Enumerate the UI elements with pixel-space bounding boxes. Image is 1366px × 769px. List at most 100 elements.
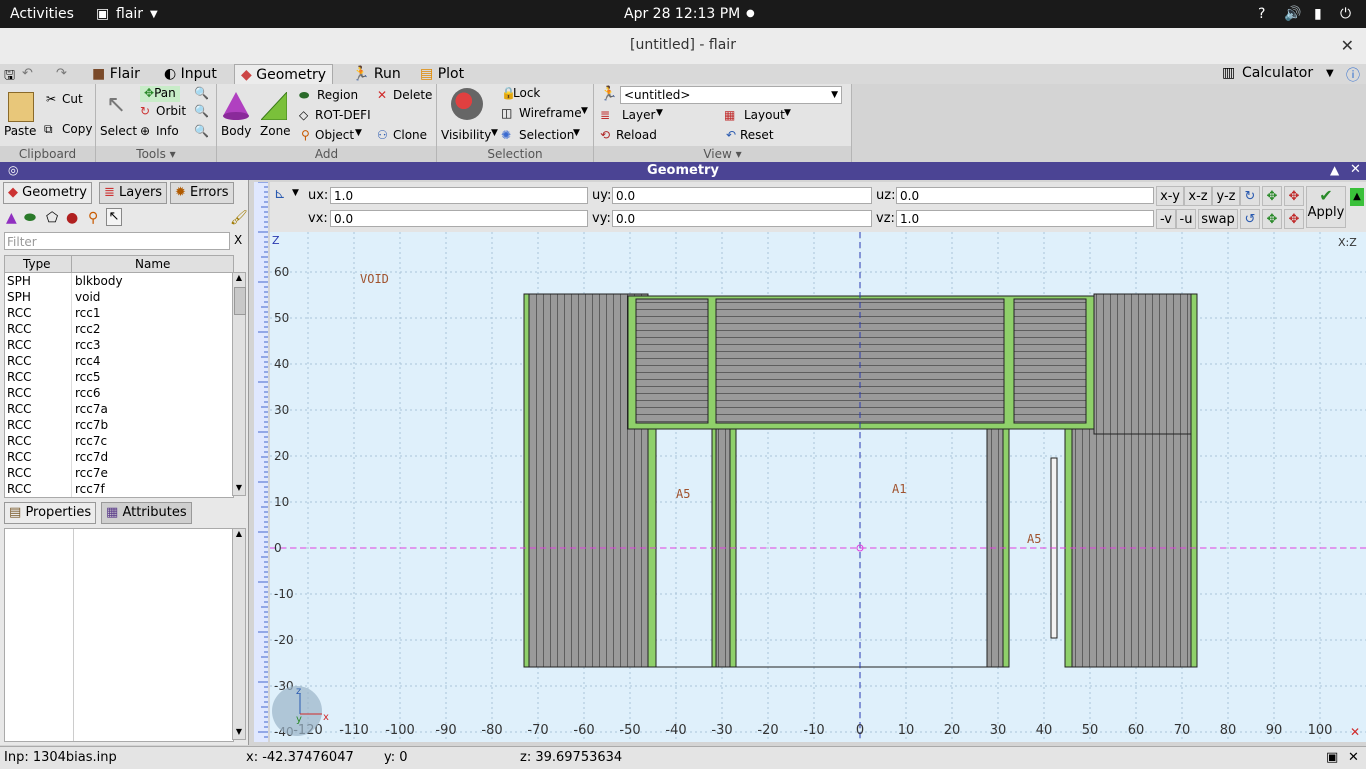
zoom-out-icon[interactable]: 🔍	[194, 104, 209, 118]
list-item[interactable]: RCC rcc7b	[5, 417, 233, 433]
apply-button[interactable]: ✔ Apply	[1306, 186, 1346, 228]
clock[interactable]: Apr 28 12:13 PM	[624, 6, 740, 22]
orbit-button[interactable]: Orbit	[156, 104, 186, 118]
rotate-ccw-icon[interactable]: ↺	[1240, 209, 1260, 229]
close-icon[interactable]: ✕	[1341, 36, 1354, 55]
uz-field[interactable]: 0.0	[896, 187, 1154, 204]
tab-run[interactable]: 🏃 Run	[346, 64, 407, 84]
expand-icon[interactable]: ▲	[1350, 188, 1364, 206]
column-type[interactable]: Type	[23, 257, 51, 271]
list-item[interactable]: SPH void	[5, 289, 233, 305]
geometry-plot[interactable]: VOIDA5A1A5 -120-110-100-90-80-70-60-50-4…	[270, 232, 1366, 742]
layer-button[interactable]: Layer	[622, 108, 655, 122]
volume-icon[interactable]: 🔊	[1284, 6, 1301, 22]
activities-button[interactable]: Activities	[10, 6, 74, 22]
rotdefi-button[interactable]: ROT-DEFI	[315, 108, 371, 122]
scroll-down-icon[interactable]: ▼	[233, 727, 245, 739]
object-filter-icon[interactable]: ⚲	[88, 210, 98, 226]
zone-button[interactable]: Zone	[260, 124, 291, 138]
region-filter-icon[interactable]: ⬬	[24, 210, 36, 226]
reset-button[interactable]: Reset	[740, 128, 774, 142]
screenshot-icon[interactable]: ▣	[1326, 750, 1338, 765]
view-combo[interactable]: <untitled> ▼	[620, 86, 842, 104]
move-vertical-icon[interactable]: ✥	[1284, 186, 1304, 206]
group-label[interactable]: Tools ▾	[96, 146, 216, 162]
list-item[interactable]: RCC rcc1	[5, 305, 233, 321]
scroll-thumb[interactable]	[234, 287, 246, 315]
cursor-filter-icon[interactable]: ↖	[106, 208, 122, 226]
negate-u-button[interactable]: -u	[1176, 209, 1196, 229]
chevron-down-icon[interactable]: ▼	[292, 188, 299, 198]
delete-button[interactable]: Delete	[393, 88, 432, 102]
lock-button[interactable]: Lock	[513, 86, 540, 100]
list-item[interactable]: RCC rcc4	[5, 353, 233, 369]
top-stripe-block-3[interactable]	[1013, 298, 1087, 424]
list-item[interactable]: RCC rcc7f	[5, 481, 233, 497]
properties-scrollbar[interactable]: ▲ ▼	[232, 528, 246, 740]
vz-field[interactable]: 1.0	[896, 210, 1154, 227]
y-z-button[interactable]: y-z	[1212, 186, 1240, 206]
list-item[interactable]: RCC rcc3	[5, 337, 233, 353]
chevron-down-icon[interactable]: ▼	[1326, 68, 1334, 79]
top-stripe-block-1[interactable]	[635, 298, 709, 424]
move-horizontal-icon[interactable]: ✥	[1262, 186, 1282, 206]
tab-errors[interactable]: ✹ Errors	[170, 182, 234, 204]
region-button[interactable]: Region	[317, 88, 358, 102]
negate-v-button[interactable]: -v	[1156, 209, 1176, 229]
shift-vertical-icon[interactable]: ✥	[1284, 209, 1304, 229]
redo-icon[interactable]: ↷	[56, 66, 67, 81]
info-icon[interactable]: ⓘ	[1346, 65, 1360, 85]
object-button[interactable]: Object	[315, 128, 354, 142]
swap-button[interactable]: swap	[1198, 209, 1238, 229]
list-item[interactable]: RCC rcc5	[5, 369, 233, 385]
scroll-up-icon[interactable]: ▲	[233, 529, 245, 541]
tab-layers[interactable]: ≣ Layers	[99, 182, 168, 204]
list-item[interactable]: RCC rcc7c	[5, 433, 233, 449]
list-item[interactable]: RCC rcc7e	[5, 465, 233, 481]
zoom-in-icon[interactable]: 🔍	[194, 86, 209, 100]
x-axis-close-icon[interactable]: ✕	[1350, 725, 1360, 739]
tab-attributes[interactable]: ▦ Attributes	[101, 502, 192, 524]
selection-button[interactable]: Selection	[519, 128, 574, 142]
x-z-button[interactable]: x-z	[1184, 186, 1212, 206]
tab-geometry-list[interactable]: ◆ Geometry	[3, 182, 92, 204]
region-label-a5-left[interactable]: A5	[676, 487, 690, 501]
app-menu[interactable]: flair	[116, 6, 143, 22]
tools-icon[interactable]: ✕	[1348, 750, 1359, 765]
scroll-down-icon[interactable]: ▼	[233, 483, 245, 495]
info-button[interactable]: Info	[156, 124, 179, 138]
calculator-button[interactable]: Calculator	[1242, 65, 1313, 81]
vy-field[interactable]: 0.0	[612, 210, 872, 227]
wireframe-button[interactable]: Wireframe	[519, 106, 582, 120]
cut-button[interactable]: Cut	[62, 92, 83, 106]
paste-button[interactable]: Paste	[4, 124, 36, 138]
right-upper-striped-block[interactable]	[1093, 293, 1197, 435]
tab-plot[interactable]: ▤ Plot	[414, 64, 470, 84]
copy-button[interactable]: Copy	[62, 122, 92, 136]
undo-icon[interactable]: ↶	[22, 66, 33, 81]
visibility-button[interactable]: Visibility	[441, 128, 491, 142]
uy-field[interactable]: 0.0	[612, 187, 872, 204]
ux-field[interactable]: 1.0	[330, 187, 588, 204]
zoom-fit-icon[interactable]: 🔍	[194, 124, 209, 138]
material-filter-icon[interactable]: ●	[66, 210, 78, 226]
brush-icon[interactable]: 🖌	[230, 210, 248, 226]
clear-filter-button[interactable]: X	[234, 233, 242, 247]
layout-button[interactable]: Layout	[744, 108, 785, 122]
scroll-up-icon[interactable]: ▲	[233, 273, 245, 285]
geometry-viewport[interactable]: VOIDA5A1A5 -120-110-100-90-80-70-60-50-4…	[270, 232, 1366, 742]
rotate-cw-icon[interactable]: ↻	[1240, 186, 1260, 206]
list-scrollbar[interactable]: ▲ ▼	[232, 272, 246, 496]
help-icon[interactable]: ?	[1258, 6, 1265, 22]
tab-geometry[interactable]: ◆ Geometry	[234, 64, 334, 85]
region-label-a1[interactable]: A1	[892, 482, 906, 496]
clone-button[interactable]: Clone	[393, 128, 427, 142]
list-item[interactable]: RCC rcc7a	[5, 401, 233, 417]
body-button[interactable]: Body	[221, 124, 251, 138]
shift-horizontal-icon[interactable]: ✥	[1262, 209, 1282, 229]
filter-input[interactable]: Filter	[4, 232, 230, 250]
battery-icon[interactable]: ▮	[1314, 6, 1322, 22]
vertical-ruler[interactable]	[254, 181, 268, 742]
body-filter-icon[interactable]: ▲	[6, 210, 17, 226]
reload-button[interactable]: Reload	[616, 128, 657, 142]
